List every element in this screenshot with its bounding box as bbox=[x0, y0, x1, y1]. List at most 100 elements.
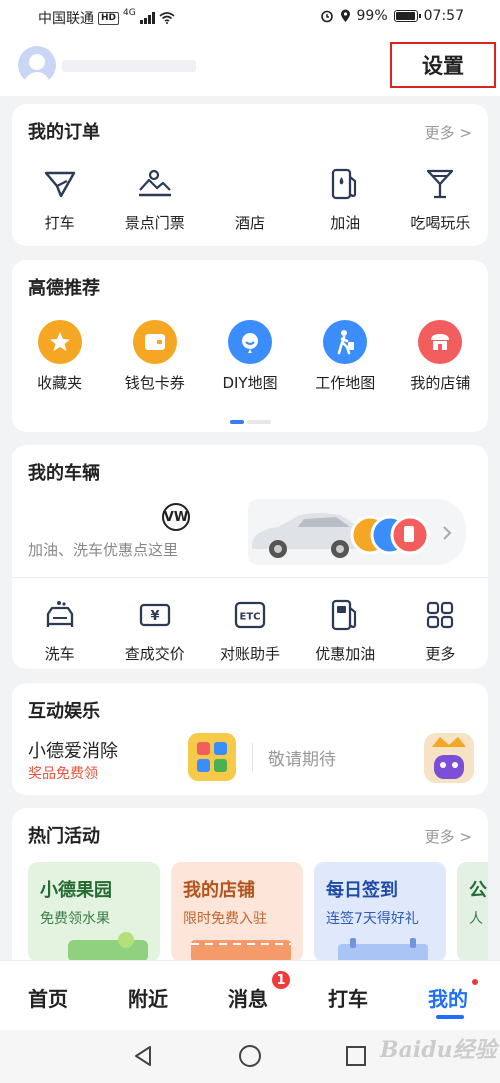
order-item-label: 景点门票 bbox=[124, 214, 185, 232]
activity-tile-orchard[interactable]: 小德果园 免费领水果 bbox=[28, 862, 160, 962]
recommend-item-my-shop[interactable]: 我的店铺 bbox=[393, 320, 488, 393]
fuel-pump-icon bbox=[325, 595, 365, 635]
orders-title: 我的订单 bbox=[28, 122, 100, 143]
tab-mine[interactable]: 我的 bbox=[428, 983, 468, 1012]
vehicle-item-more[interactable]: 更多 bbox=[393, 595, 488, 664]
wallet-icon bbox=[132, 320, 177, 364]
game-name[interactable]: 小德爱消除 bbox=[28, 737, 118, 763]
carrier-name: 中国联通 bbox=[38, 11, 94, 27]
walking-person-icon bbox=[323, 320, 368, 364]
recommend-item-label: 工作地图 bbox=[315, 374, 376, 392]
activity-title: 每日签到 bbox=[326, 880, 398, 901]
vehicle-title: 我的车辆 bbox=[28, 463, 100, 484]
game-icon[interactable] bbox=[188, 733, 236, 781]
hd-badge: HD bbox=[98, 11, 120, 25]
order-item-hotel[interactable]: 酒店 bbox=[202, 164, 297, 233]
vehicle-item-etc[interactable]: ETC 对账助手 bbox=[202, 595, 297, 664]
vehicle-item-label: 洗车 bbox=[44, 645, 75, 663]
order-item-scenic[interactable]: 景点门票 bbox=[107, 164, 202, 233]
car-wash-icon bbox=[40, 595, 80, 635]
tab-home[interactable]: 首页 bbox=[28, 983, 68, 1012]
order-item-label: 吃喝玩乐 bbox=[410, 214, 471, 232]
location-icon bbox=[340, 9, 350, 22]
watermark: Baidu经验 bbox=[380, 1037, 497, 1063]
activity-title: 小德果园 bbox=[40, 880, 112, 901]
network-type: 4G bbox=[123, 8, 136, 18]
order-item-leisure[interactable]: 吃喝玩乐 bbox=[393, 164, 488, 233]
wifi-icon bbox=[159, 12, 175, 24]
recommend-item-diy-map[interactable]: DIY地图 bbox=[202, 320, 297, 393]
vehicle-item-label: 更多 bbox=[425, 645, 456, 663]
orders-more-link[interactable]: 更多 > bbox=[425, 122, 472, 143]
home-icon[interactable] bbox=[238, 1044, 262, 1068]
scenic-ticket-icon bbox=[135, 164, 175, 204]
status-bar: 中国联通 HD 4G 99% 07:57 bbox=[0, 0, 500, 36]
vehicle-item-label: 优惠加油 bbox=[315, 645, 376, 663]
tab-nearby[interactable]: 附近 bbox=[128, 983, 168, 1012]
activity-subtitle: 连签7天得好礼 bbox=[326, 911, 419, 927]
coming-soon-label: 敬请期待 bbox=[268, 750, 336, 770]
games-title: 互动娱乐 bbox=[28, 701, 100, 722]
activity-subtitle: 免费领水果 bbox=[40, 911, 110, 927]
orders-card: 我的订单 更多 > 打车 景点门票 酒店 加油 吃喝玩乐 bbox=[12, 104, 488, 246]
order-item-label: 酒店 bbox=[235, 214, 266, 232]
vehicle-banner[interactable]: VW 加油、洗车优惠点这里 bbox=[12, 497, 474, 569]
activity-tile-shop[interactable]: 我的店铺 限时免费入驻 bbox=[171, 862, 303, 962]
alarm-icon bbox=[320, 10, 333, 23]
recommend-item-work-map[interactable]: 工作地图 bbox=[298, 320, 393, 393]
carousel-indicator bbox=[230, 420, 271, 424]
activity-title: 公 bbox=[469, 880, 487, 901]
svg-text:ETC: ETC bbox=[240, 612, 261, 623]
recommend-card: 高德推荐 收藏夹 钱包卡券 DIY地图 工作地图 我的店铺 bbox=[12, 260, 488, 432]
vehicle-illustration bbox=[248, 499, 466, 565]
active-tab-indicator bbox=[436, 1015, 464, 1019]
hotel-icon bbox=[230, 164, 270, 204]
username-redacted[interactable] bbox=[62, 60, 196, 72]
activity-tile-partial[interactable]: 公 人 bbox=[457, 862, 488, 962]
tab-taxi[interactable]: 打车 bbox=[328, 983, 368, 1012]
bottom-tab-bar: 首页 附近 消息 1 打车 我的 bbox=[0, 960, 500, 1030]
order-item-taxi[interactable]: 打车 bbox=[12, 164, 107, 233]
grid-more-icon bbox=[420, 595, 460, 635]
taxi-icon bbox=[40, 164, 80, 204]
fuel-pump-icon bbox=[325, 164, 365, 204]
vw-logo: VW bbox=[162, 503, 190, 531]
order-item-label: 打车 bbox=[44, 214, 75, 232]
settings-button[interactable]: 设置 bbox=[390, 42, 496, 88]
activities-title: 热门活动 bbox=[28, 826, 100, 847]
activity-tile-checkin[interactable]: 每日签到 连签7天得好礼 bbox=[314, 862, 446, 962]
calendar-illustration bbox=[338, 938, 428, 962]
recent-apps-icon[interactable] bbox=[345, 1045, 367, 1067]
vehicle-item-label: 查成交价 bbox=[124, 645, 185, 663]
vehicle-item-car-wash[interactable]: 洗车 bbox=[12, 595, 107, 664]
recommend-item-wallet[interactable]: 钱包卡券 bbox=[107, 320, 202, 393]
vehicle-hint: 加油、洗车优惠点这里 bbox=[28, 541, 179, 559]
activity-title: 我的店铺 bbox=[183, 880, 255, 901]
back-icon[interactable] bbox=[132, 1045, 154, 1067]
shop-icon bbox=[418, 320, 463, 364]
order-item-fuel[interactable]: 加油 bbox=[298, 164, 393, 233]
tab-messages[interactable]: 消息 bbox=[228, 983, 268, 1012]
vehicle-card: 我的车辆 VW 加油、洗车优惠点这里 洗车 ¥ 查成交价 ETC 对账助手 优惠… bbox=[12, 445, 488, 669]
recommend-item-label: 钱包卡券 bbox=[124, 374, 185, 392]
game-character-icon[interactable] bbox=[424, 733, 474, 783]
etc-icon: ETC bbox=[230, 595, 270, 635]
battery-icon bbox=[393, 10, 421, 22]
signal-icon bbox=[139, 12, 155, 24]
vertical-divider bbox=[252, 743, 253, 771]
star-icon bbox=[37, 320, 82, 364]
notification-dot bbox=[472, 979, 478, 985]
recommend-item-favorites[interactable]: 收藏夹 bbox=[12, 320, 107, 393]
vehicle-item-fuel-discount[interactable]: 优惠加油 bbox=[298, 595, 393, 664]
recommend-item-label: 我的店铺 bbox=[410, 374, 471, 392]
diy-map-icon bbox=[228, 320, 272, 364]
activities-more-link[interactable]: 更多 > bbox=[425, 826, 472, 847]
games-card: 互动娱乐 小德爱消除 奖品免费领 敬请期待 bbox=[12, 683, 488, 795]
recommend-title: 高德推荐 bbox=[28, 278, 100, 299]
vehicle-item-price[interactable]: ¥ 查成交价 bbox=[107, 595, 202, 664]
game-subtitle: 奖品免费领 bbox=[28, 766, 98, 782]
cocktail-icon bbox=[420, 164, 460, 204]
order-item-label: 加油 bbox=[330, 214, 361, 232]
activity-subtitle: 人 bbox=[469, 911, 483, 927]
avatar[interactable] bbox=[18, 46, 56, 84]
